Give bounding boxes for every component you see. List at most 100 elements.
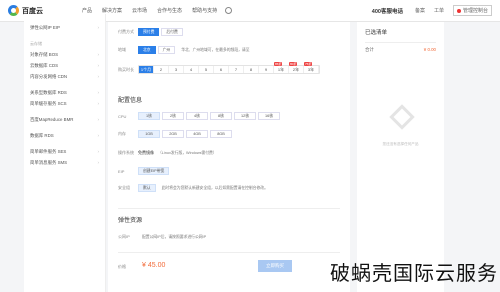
sidebar-item-label: 百度MapReduce BMR: [30, 117, 74, 122]
sidebar-item[interactable]: 百度MapReduce BMR ›: [30, 117, 99, 123]
chevron-right-icon: ›: [97, 25, 99, 30]
cart-title: 已选清单: [365, 30, 388, 36]
main-nav: 产品 解决方案 云市场 合作与生态 帮助与支持: [82, 7, 217, 14]
sidebar-item[interactable]: 简单邮件服务 SES ›: [30, 149, 99, 155]
console-button[interactable]: 管理控制台: [452, 5, 492, 16]
nav-item-partners[interactable]: 合作与生态: [157, 7, 182, 14]
security-group-default-button[interactable]: 默认: [138, 184, 156, 192]
duration-option[interactable]: 3: [169, 66, 184, 73]
duration-option[interactable]: 4: [184, 66, 199, 73]
chevron-right-icon: ›: [97, 90, 99, 95]
cart-total-label: 合计: [365, 47, 374, 52]
sidebar-item[interactable]: 简单缓存服务 SCS ›: [30, 101, 99, 107]
nav-item-marketplace[interactable]: 云市场: [132, 7, 147, 14]
sidebar-item[interactable]: 内容分发网络 CDN ›: [30, 74, 99, 80]
sidebar-item[interactable]: 弹性公网IP EIP ›: [30, 25, 99, 31]
chevron-right-icon: ›: [97, 74, 99, 79]
duration-option[interactable]: 7: [229, 66, 244, 73]
config-section-title: 配置信息: [118, 98, 143, 104]
memory-option[interactable]: 8GB: [210, 130, 232, 138]
sidebar-item[interactable]: 关系型数据库 RDS ›: [30, 90, 99, 96]
price-value: ¥ 45.00: [142, 262, 166, 269]
duration-option[interactable]: 6: [214, 66, 229, 73]
create-eip-button[interactable]: 创建EIP带宽: [138, 167, 170, 175]
cpu-option[interactable]: 12核: [234, 112, 256, 120]
duration-option[interactable]: 1个月: [139, 66, 154, 73]
sidebar-group-title: 云存储: [30, 41, 42, 46]
sidebar-item[interactable]: 对象存储 BOS ›: [30, 52, 99, 58]
sidebar-item[interactable]: 云数据库 CDS ›: [30, 63, 99, 69]
cpu-option[interactable]: 16核: [258, 112, 280, 120]
cart-total-value: ¥ 0.00: [423, 47, 436, 52]
public-ip-row: 公网IP 配置公网IP后，请按照要求进行公网IP: [108, 234, 206, 240]
cpu-option[interactable]: 4核: [186, 112, 208, 120]
security-group-description: 此时将会为您默认新建安全组，以后如需配置请在控制台修改。: [161, 185, 268, 190]
cpu-option[interactable]: 2核: [162, 112, 184, 120]
sidebar-item-label: 简单缓存服务 SCS: [30, 101, 67, 106]
sidebar-item-label: 简单消息服务 SMS: [30, 160, 68, 165]
extra-section-title: 弹性资源: [118, 218, 143, 224]
duration-label: 购买时长: [118, 66, 134, 72]
empty-box-icon: [389, 104, 415, 130]
sidebar-item[interactable]: 数据库 RDS ›: [30, 133, 99, 139]
buy-now-button[interactable]: 立即购买: [258, 260, 292, 272]
nav-item-products[interactable]: 产品: [82, 7, 92, 14]
sidebar-item-label: 云数据库 CDS: [30, 63, 59, 68]
empty-cart-text: 您还没有选择任何产品: [382, 142, 419, 146]
duration-row: 购买时长 1个月 2 3 4 5 6 7 8 9 1年 2年 3年 85折 80…: [108, 62, 320, 74]
region-row: 地域 北京 广州 华北、广州地域可，在最多的频段，请至: [108, 46, 250, 54]
filing-link[interactable]: 备案: [415, 7, 425, 14]
region-label: 地域: [118, 47, 126, 52]
search-icon[interactable]: [225, 7, 233, 14]
console-icon: [456, 8, 461, 13]
console-label: 管理控制台: [462, 8, 488, 14]
chevron-right-icon: ›: [97, 52, 99, 57]
eip-row: EIP 创建EIP带宽: [108, 167, 171, 175]
memory-option[interactable]: 1GB: [138, 130, 160, 138]
os-row: 操作系统 免费镜像 （Linux发行版，Windows需付费）: [108, 150, 217, 156]
sidebar-item-label: 内容分发网络 CDN: [30, 74, 68, 79]
cpu-row: CPU 1核 2核 4核 8核 12核 16核: [108, 112, 282, 120]
chevron-right-icon: ›: [97, 149, 99, 154]
watermark-text: 破蜗壳国际云服务: [330, 261, 498, 285]
chevron-right-icon: ›: [97, 133, 99, 138]
duration-option[interactable]: 5: [199, 66, 214, 73]
billing-prepaid-button[interactable]: 预付费: [138, 28, 160, 36]
duration-option[interactable]: 3年: [304, 66, 319, 73]
billing-label: 付费方式: [118, 29, 134, 34]
os-description: （Linux发行版，Windows需付费）: [158, 150, 217, 155]
public-ip-label: 公网IP: [118, 234, 130, 239]
public-ip-description: 配置公网IP后，请按照要求进行公网IP: [142, 234, 207, 239]
duration-option[interactable]: 2: [154, 66, 169, 73]
memory-option[interactable]: 4GB: [186, 130, 208, 138]
duration-selector: 1个月 2 3 4 5 6 7 8 9 1年 2年 3年 85折 80折 75折: [138, 62, 320, 74]
cpu-option[interactable]: 8核: [210, 112, 232, 120]
purchase-form: 付费方式 预付费 后付费 地域 北京 广州 华北、广州地域可，在最多的频段，请至…: [108, 22, 350, 292]
chevron-right-icon: ›: [97, 101, 99, 106]
billing-row: 付费方式 预付费 后付费: [108, 28, 185, 36]
discount-badge: 80折: [289, 62, 298, 66]
sidebar-item-label: 简单邮件服务 SES: [30, 149, 67, 154]
ticket-link[interactable]: 工单: [434, 7, 444, 14]
region-guangzhou-button[interactable]: 广州: [157, 46, 176, 54]
nav-item-solutions[interactable]: 解决方案: [102, 7, 122, 14]
sidebar-item-label: 对象存储 BOS: [30, 52, 59, 57]
os-value[interactable]: 免费镜像: [138, 150, 154, 156]
duration-option[interactable]: 8: [244, 66, 259, 73]
nav-item-support[interactable]: 帮助与支持: [192, 7, 217, 14]
duration-option[interactable]: 2年: [289, 66, 304, 73]
section-divider: [118, 252, 340, 253]
sidebar-item[interactable]: 简单消息服务 SMS ›: [30, 160, 99, 166]
billing-postpaid-button[interactable]: 后付费: [161, 28, 183, 36]
cart-total-row: 合计 ¥ 0.00: [365, 42, 436, 53]
region-beijing-button[interactable]: 北京: [138, 46, 156, 54]
memory-label: 内存: [118, 131, 126, 136]
duration-option[interactable]: 9: [259, 66, 274, 73]
selected-list-panel: 已选清单 合计 ¥ 0.00 您还没有选择任何产品: [357, 22, 444, 292]
top-links: 备案 工单 管理控制台: [415, 5, 492, 16]
cpu-option[interactable]: 1核: [138, 112, 160, 120]
security-group-row: 安全组 默认 此时将会为您默认新建安全组，以后如需配置请在控制台修改。: [108, 184, 268, 192]
sidebar-item-label: 弹性公网IP EIP: [30, 25, 60, 30]
memory-option[interactable]: 2GB: [162, 130, 184, 138]
duration-option[interactable]: 1年: [274, 66, 289, 73]
